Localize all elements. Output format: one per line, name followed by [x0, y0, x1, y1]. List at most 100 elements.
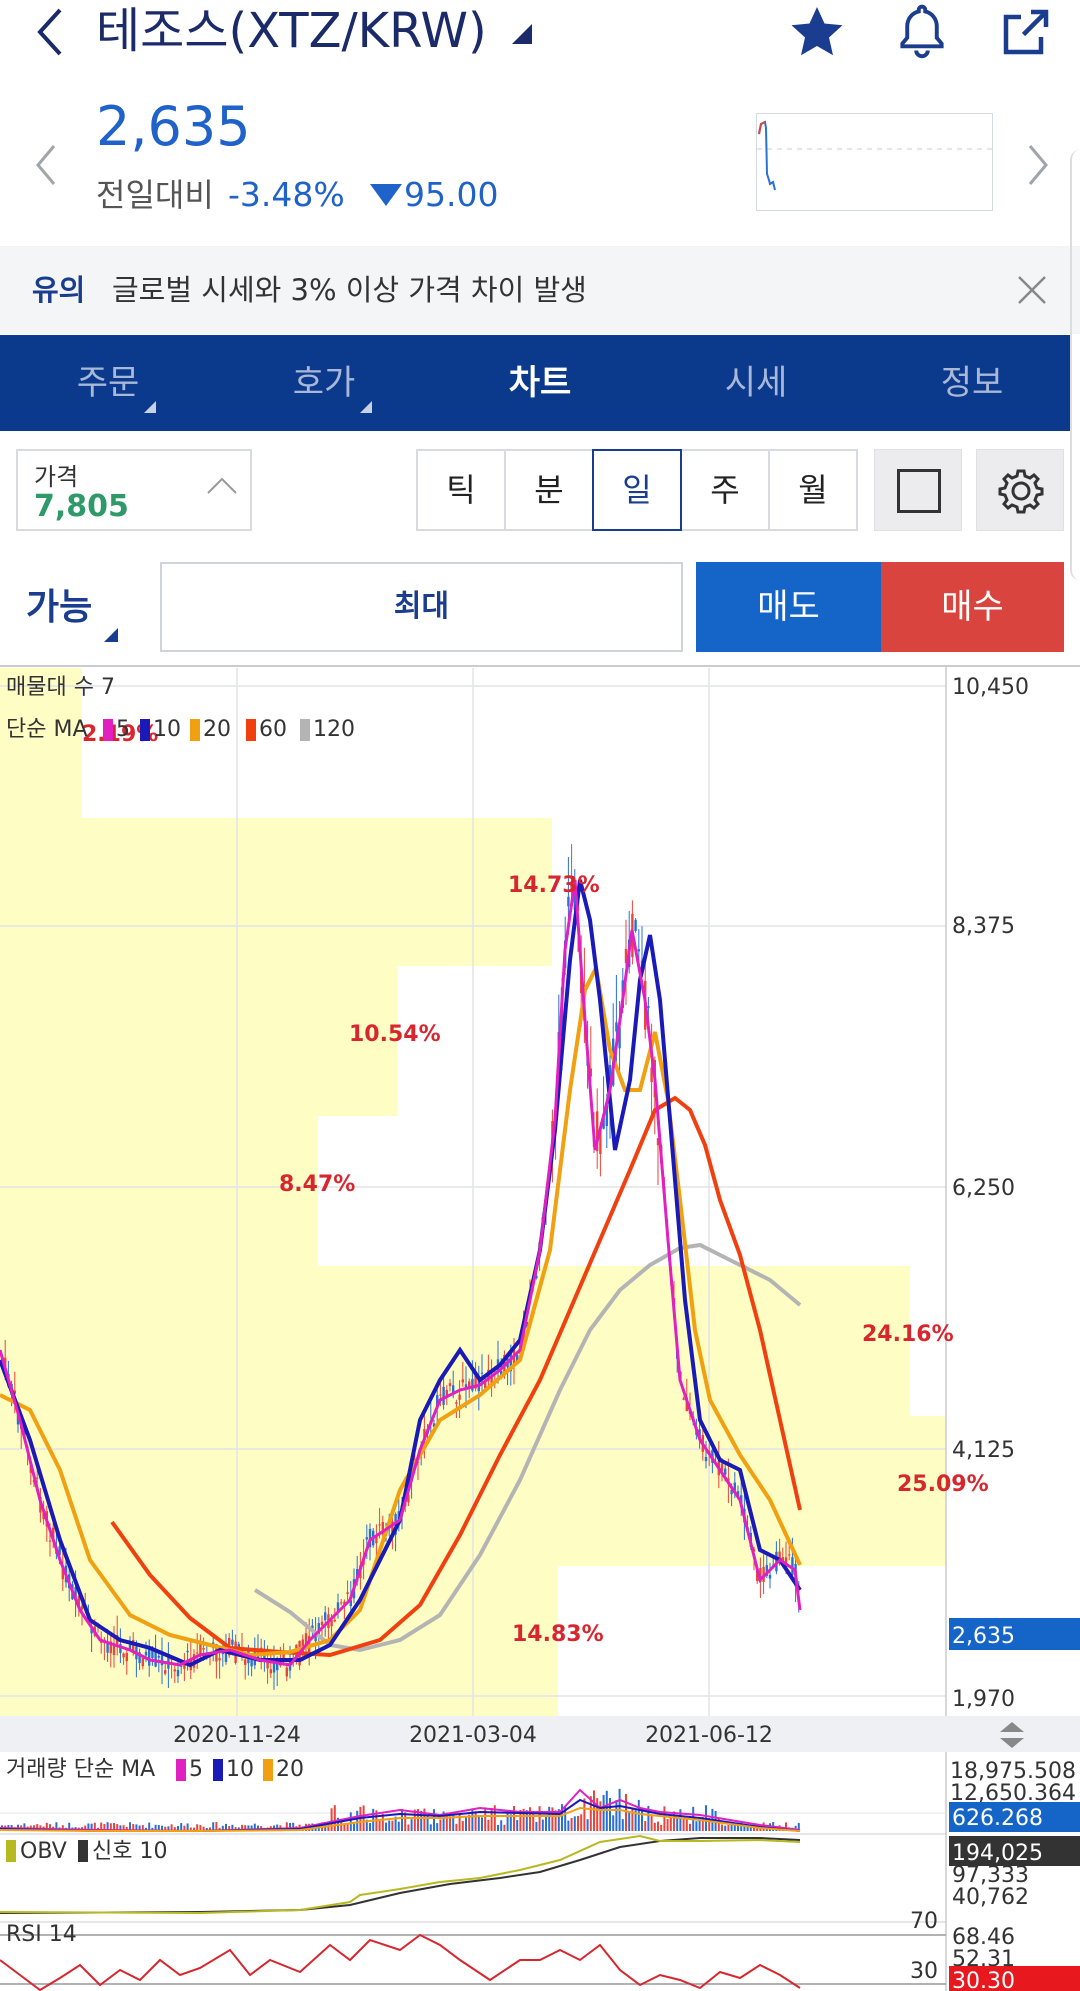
tab-chart-label: 차트 — [508, 363, 572, 403]
rsi-panel[interactable]: RSI 14 70 30 68.46 52.31 30.30 — [0, 1909, 1080, 1991]
period-tick-button[interactable]: 틱 — [416, 449, 506, 531]
volume-bar — [481, 1817, 483, 1831]
candle-body — [144, 1651, 148, 1656]
candle-body — [724, 1468, 727, 1475]
volume-bar — [407, 1824, 410, 1831]
price-tick-4: 4,125 — [952, 1438, 1015, 1463]
volume-bar — [538, 1806, 541, 1831]
back-icon[interactable] — [30, 4, 70, 60]
candle-body — [682, 1398, 685, 1400]
candle-body — [112, 1645, 116, 1656]
fullscreen-button[interactable] — [874, 449, 962, 531]
tab-orderbook[interactable]: 호가 — [224, 335, 424, 431]
volume-bar — [353, 1823, 355, 1831]
available-dropdown[interactable]: 가능 — [26, 578, 92, 630]
tab-info[interactable]: 정보 — [872, 335, 1072, 431]
volume-bar — [516, 1820, 519, 1831]
next-coin-icon[interactable] — [1024, 140, 1052, 190]
candle-body — [176, 1669, 180, 1677]
volume-bar — [535, 1821, 538, 1831]
volume-bar — [548, 1806, 551, 1831]
scroll-edge[interactable] — [1070, 150, 1080, 580]
volume-bar — [612, 1815, 615, 1831]
close-icon[interactable] — [1016, 274, 1048, 306]
price-selector-label: 가격 — [34, 463, 79, 491]
volume-bar — [474, 1811, 477, 1831]
ma-legend-120: 120 — [313, 717, 355, 742]
down-triangle-icon — [370, 184, 402, 206]
volume-bar — [644, 1820, 647, 1831]
candle-body — [202, 1647, 205, 1650]
volume-bar — [349, 1812, 352, 1831]
buy-button[interactable]: 매수 — [881, 562, 1064, 652]
volume-tag: 626.268 — [952, 1806, 1043, 1831]
volume-bar — [698, 1820, 701, 1831]
obv-panel[interactable]: OBV 신호 10 194,025 97,333 40,762 — [0, 1834, 1080, 1915]
candle-body — [154, 1651, 157, 1667]
share-icon[interactable] — [996, 2, 1056, 62]
volume-panel[interactable]: 거래량 단순 MA 5 10 20 18,975.508 12,650.364 … — [0, 1757, 1080, 1833]
volume-bar — [663, 1806, 666, 1831]
settings-button[interactable] — [976, 449, 1064, 531]
volume-bar — [570, 1817, 573, 1831]
price-tick-2: 8,375 — [952, 914, 1015, 939]
vp-label-5: 24.16% — [862, 1322, 954, 1347]
volume-bar — [586, 1819, 589, 1831]
volume-bar — [401, 1809, 403, 1831]
tab-chart[interactable]: 차트 — [440, 335, 640, 431]
candle-body — [186, 1650, 189, 1653]
price-selector[interactable]: 가격 7,805 — [16, 449, 252, 531]
candle-body — [461, 1379, 464, 1383]
volume-bar — [650, 1815, 653, 1831]
favorite-star-icon[interactable] — [786, 2, 848, 62]
volume-bar — [529, 1807, 531, 1831]
volume-bar — [580, 1814, 583, 1831]
price-tick-1: 10,450 — [952, 675, 1029, 700]
tab-orderbook-label: 호가 — [292, 363, 356, 403]
square-icon — [897, 469, 941, 513]
volume-bar — [330, 1808, 333, 1831]
volume-bar — [599, 1801, 602, 1831]
ma-legend-60: 60 — [259, 717, 287, 742]
notification-bell-icon[interactable] — [894, 2, 950, 62]
mini-chart[interactable] — [756, 113, 993, 211]
tab-quotes[interactable]: 시세 — [656, 335, 856, 431]
candle-body — [378, 1524, 381, 1526]
period-minute-button[interactable]: 분 — [504, 449, 594, 531]
tab-order[interactable]: 주문 — [8, 335, 208, 431]
tab-order-label: 주문 — [76, 363, 140, 403]
period-week-button[interactable]: 주 — [680, 449, 770, 531]
candle-body — [567, 896, 570, 907]
ma-legend-prefix: 단순 MA — [6, 717, 88, 742]
candle-body — [768, 1574, 772, 1579]
coin-title[interactable]: 테조스(XTZ/KRW) — [96, 0, 532, 62]
candle-body — [141, 1658, 144, 1667]
ma-legend-20: 20 — [203, 717, 231, 742]
max-quantity-button[interactable]: 최대 — [160, 562, 683, 652]
volume-bar — [429, 1824, 432, 1831]
candle-body — [346, 1592, 349, 1594]
volume-bar — [666, 1818, 669, 1831]
obv-signal-legend: 신호 10 — [92, 1839, 167, 1864]
sell-button[interactable]: 매도 — [696, 562, 881, 652]
volume-bar — [503, 1824, 506, 1831]
date-axis: 2020-11-24 2021-03-04 2021-06-12 — [173, 1723, 773, 1748]
volume-bar — [637, 1799, 640, 1831]
candle-body — [173, 1669, 176, 1672]
candle-body — [324, 1612, 327, 1621]
volume-bar — [465, 1816, 467, 1831]
candle-body — [471, 1379, 474, 1391]
candle-body — [634, 919, 637, 932]
volume-bar — [685, 1818, 688, 1831]
volume-bar — [583, 1798, 586, 1831]
prev-coin-icon[interactable] — [32, 140, 60, 190]
volume-bar — [500, 1820, 503, 1831]
candle-body — [160, 1655, 164, 1666]
period-day-button[interactable]: 일 — [592, 449, 682, 531]
volume-bar — [689, 1823, 691, 1831]
candle-body — [122, 1653, 125, 1658]
volume-bar — [695, 1821, 698, 1831]
candle-body — [788, 1554, 791, 1556]
period-month-button[interactable]: 월 — [768, 449, 858, 531]
chart-area[interactable]: 2.19% 14.73% 10.54% 8.47% 24.16% 25.09% … — [0, 663, 1080, 1991]
